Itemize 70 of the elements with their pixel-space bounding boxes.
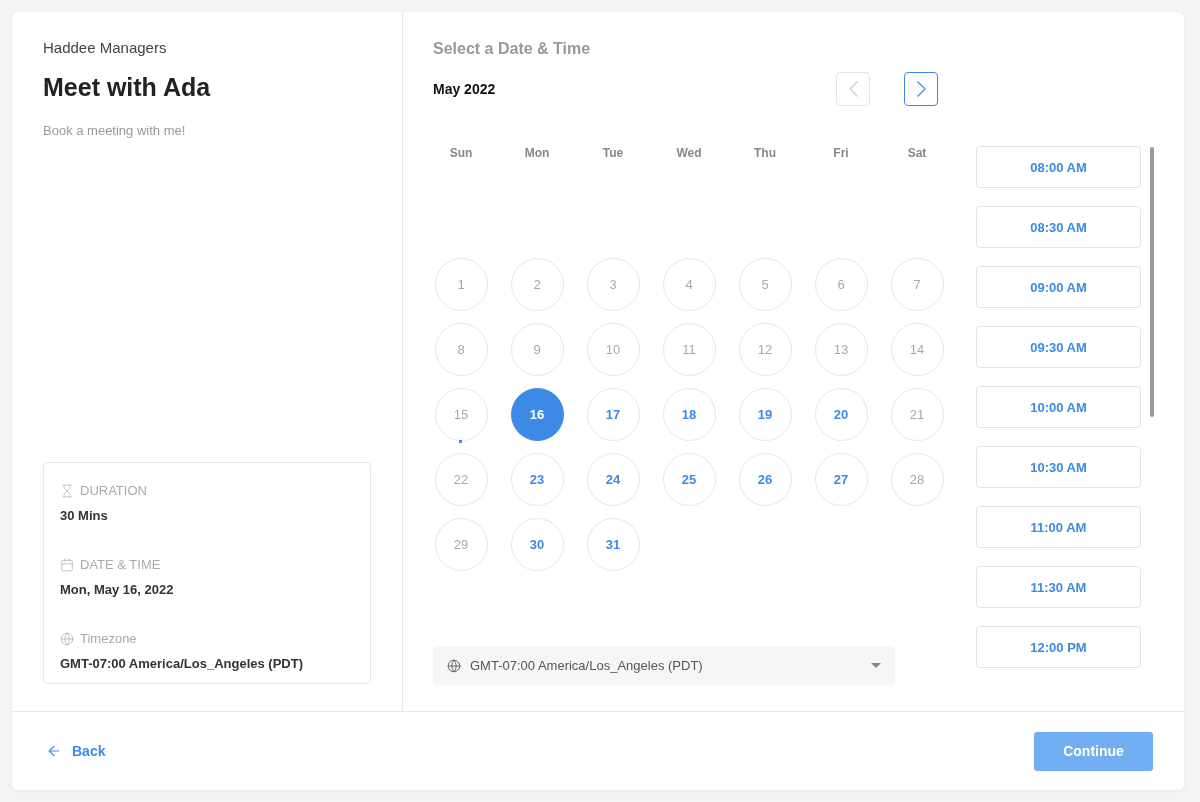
weekday-label: Tue [602,146,624,160]
calendar-day[interactable]: 1 [434,258,488,311]
chevron-right-icon [916,81,926,97]
globe-icon [60,631,74,646]
calendar-day[interactable]: 5 [738,258,792,311]
calendar-icon [60,557,74,572]
weekday-label: Thu [754,146,776,160]
calendar-day[interactable]: 29 [434,518,488,571]
calendar-day[interactable]: 10 [586,323,640,376]
calendar-day[interactable]: 21 [890,388,944,441]
calendar-day[interactable]: 13 [814,323,868,376]
caret-icon [871,663,881,668]
calendar-day[interactable]: 30 [510,518,564,571]
calendar-day[interactable]: 31 [586,518,640,571]
detail-label: DURATION [80,483,147,498]
time-slot[interactable]: 09:00 AM [976,266,1141,308]
calendar-day[interactable]: 25 [662,453,716,506]
calendar-day[interactable]: 28 [890,453,944,506]
calendar-day[interactable]: 20 [814,388,868,441]
calendar-day[interactable]: 4 [662,258,716,311]
weekday-label: Wed [676,146,702,160]
calendar-day[interactable]: 17 [586,388,640,441]
calendar-day[interactable]: 9 [510,323,564,376]
weekday-label: Fri [833,146,849,160]
calendar-day[interactable]: 14 [890,323,944,376]
calendar-day[interactable]: 27 [814,453,868,506]
globe-icon [447,658,461,673]
detail-value: GMT-07:00 America/Los_Angeles (PDT) [60,656,304,671]
calendar-day[interactable]: 26 [738,453,792,506]
detail-label: Timezone [80,631,137,646]
time-slot[interactable]: 09:30 AM [976,326,1141,368]
detail-value: 30 Mins [60,508,109,523]
event-title: Meet with Ada [43,73,212,102]
calendar-day[interactable]: 3 [586,258,640,311]
next-month-button[interactable] [904,72,938,106]
weekday-label: Sat [907,146,927,160]
back-link[interactable]: Back [46,743,106,759]
calendar-day[interactable]: 15 [434,388,488,441]
calendar-day[interactable]: 16 [510,388,564,441]
calendar-day[interactable]: 19 [738,388,792,441]
organizer-name: Haddee Managers [43,39,168,56]
hourglass-icon [60,483,74,498]
time-slot[interactable]: 08:00 AM [976,146,1141,188]
chevron-left-icon [848,81,858,97]
calendar-day[interactable]: 22 [434,453,488,506]
calendar-day[interactable]: 8 [434,323,488,376]
calendar-day[interactable]: 12 [738,323,792,376]
time-slot[interactable]: 12:00 PM [976,626,1141,668]
time-slot[interactable]: 08:30 AM [976,206,1141,248]
calendar-day[interactable]: 11 [662,323,716,376]
month-label: May 2022 [433,81,497,97]
calendar-day[interactable]: 7 [890,258,944,311]
time-slot[interactable]: 10:00 AM [976,386,1141,428]
weekday-label: Sun [449,146,473,160]
section-heading: Select a Date & Time [432,40,592,58]
detail-value: Mon, May 16, 2022 [60,582,175,597]
time-slot[interactable]: 11:30 AM [976,566,1141,608]
arrow-left-icon [46,743,62,759]
time-slot[interactable]: 10:30 AM [976,446,1141,488]
calendar-day[interactable]: 2 [510,258,564,311]
scrollbar[interactable] [1150,147,1154,417]
detail-label: DATE & TIME [80,557,161,572]
calendar-day[interactable]: 24 [586,453,640,506]
calendar-day[interactable]: 6 [814,258,868,311]
event-description: Book a meeting with me! [43,123,187,138]
calendar-day[interactable]: 23 [510,453,564,506]
calendar-day[interactable]: 18 [662,388,716,441]
weekday-label: Mon [524,146,550,160]
time-slot[interactable]: 11:00 AM [976,506,1141,548]
timezone-select[interactable]: GMT-07:00 America/Los_Angeles (PDT) [433,646,895,685]
